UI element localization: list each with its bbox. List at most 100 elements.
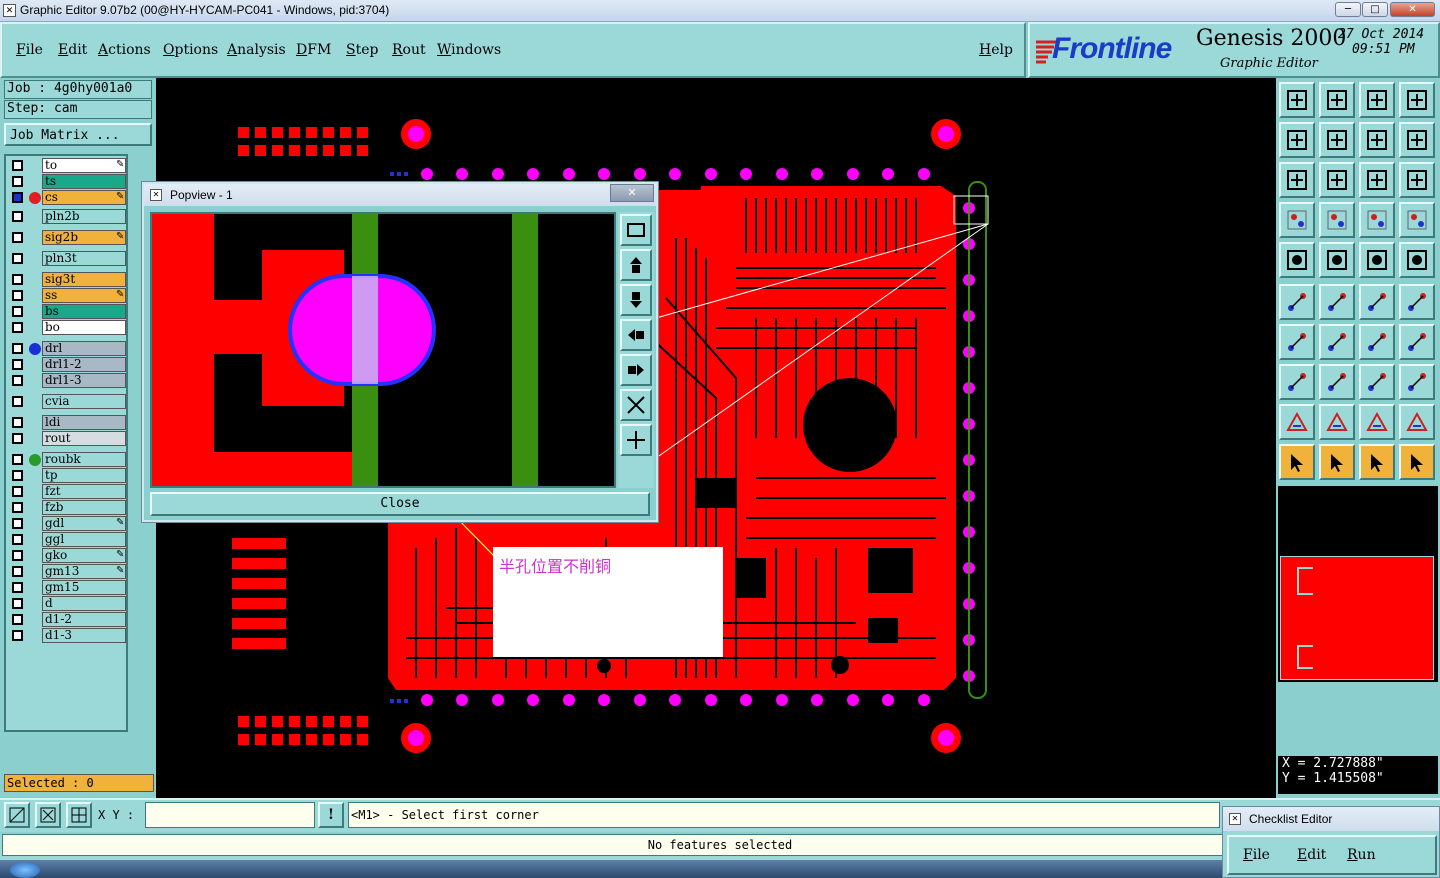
layer-checkbox[interactable]	[12, 375, 23, 386]
layer-row-ggl[interactable]: ggl	[8, 532, 126, 547]
layer-checkbox[interactable]	[12, 192, 23, 203]
tool-dot-button[interactable]	[1399, 242, 1435, 278]
layer-name[interactable]: pln2b	[42, 209, 126, 224]
overview-pane[interactable]	[1278, 486, 1438, 682]
layer-name[interactable]: gdl	[42, 516, 126, 531]
layer-row-ts[interactable]: ts	[8, 174, 126, 189]
layer-name[interactable]: d1-3	[42, 628, 126, 643]
xy-input[interactable]	[145, 802, 315, 828]
layer-name[interactable]: gko	[42, 548, 126, 563]
layer-row-sig2b[interactable]: sig2b ✎	[8, 230, 126, 245]
layer-name[interactable]: fzb	[42, 500, 126, 515]
layer-name[interactable]: cs	[42, 190, 126, 205]
tool-connect2-button[interactable]	[1399, 284, 1435, 320]
layer-checkbox[interactable]	[12, 470, 23, 481]
layer-name[interactable]: ggl	[42, 532, 126, 547]
layer-row-bo[interactable]: bo	[8, 320, 126, 335]
layer-checkbox[interactable]	[12, 502, 23, 513]
tool-one-to-two-button[interactable]	[1359, 162, 1395, 198]
layer-checkbox[interactable]	[12, 211, 23, 222]
close-button[interactable]: ✕	[1390, 2, 1435, 17]
layer-name[interactable]: bo	[42, 320, 126, 335]
menu-actions[interactable]: Actions	[98, 42, 151, 58]
layer-checkbox[interactable]	[12, 486, 23, 497]
layer-row-sig3t[interactable]: sig3t	[8, 272, 126, 287]
tool-triangle3-button[interactable]	[1359, 404, 1395, 440]
layer-checkbox[interactable]	[12, 630, 23, 641]
tool-zoom-window-button[interactable]	[1319, 82, 1355, 118]
menu-dfm[interactable]: DFM	[296, 42, 331, 58]
tool-select-circle-button[interactable]	[1359, 444, 1395, 480]
layer-checkbox[interactable]	[12, 232, 23, 243]
layer-name[interactable]: sig3t	[42, 272, 126, 287]
layer-row-to[interactable]: to ✎	[8, 158, 126, 173]
layer-checkbox[interactable]	[12, 566, 23, 577]
tool-select-button[interactable]	[1279, 444, 1315, 480]
tool-zoom-home-button[interactable]	[1279, 82, 1315, 118]
layer-name[interactable]: rout	[42, 431, 126, 446]
tool-node-button[interactable]	[1279, 284, 1315, 320]
snap-mode-button[interactable]	[4, 802, 30, 828]
layer-row-d1-3[interactable]: d1-3	[8, 628, 126, 643]
checklist-menu-edit[interactable]: Edit	[1297, 847, 1326, 863]
layer-row-rout[interactable]: rout	[8, 431, 126, 446]
tool-net-red2-button[interactable]	[1399, 202, 1435, 238]
menu-analysis[interactable]: Analysis	[227, 42, 286, 58]
tool-split-view-button[interactable]	[1399, 82, 1435, 118]
tool-zoom-page-button[interactable]	[1359, 82, 1395, 118]
layer-row-gm13[interactable]: gm13 ✎	[8, 564, 126, 579]
tool-net-red-button[interactable]	[1359, 202, 1395, 238]
layer-name[interactable]: ts	[42, 174, 126, 189]
layer-row-pln2b[interactable]: pln2b	[8, 209, 126, 224]
layer-checkbox[interactable]	[12, 306, 23, 317]
popview-close-button[interactable]: Close	[150, 492, 650, 516]
checklist-menu-run[interactable]: Run	[1347, 847, 1376, 863]
menu-help[interactable]: Help	[979, 42, 1013, 58]
popview-close-x[interactable]: ✕	[610, 184, 654, 202]
minimize-button[interactable]: ─	[1335, 2, 1361, 17]
layer-checkbox[interactable]	[12, 433, 23, 444]
layer-row-drl1-3[interactable]: drl1-3	[8, 373, 126, 388]
layer-name[interactable]: d1-2	[42, 612, 126, 627]
alert-icon[interactable]: !	[318, 802, 344, 828]
layer-checkbox[interactable]	[12, 550, 23, 561]
layer-name[interactable]: d	[42, 596, 126, 611]
popview-zoom-in-button[interactable]	[620, 389, 652, 421]
tool-arc-button[interactable]	[1359, 324, 1395, 360]
layer-name[interactable]: drl1-2	[42, 357, 126, 372]
tool-pan-left-button[interactable]	[1279, 122, 1315, 158]
layer-name[interactable]: tp	[42, 468, 126, 483]
measure-mode-button[interactable]	[35, 802, 61, 828]
layer-checkbox[interactable]	[12, 518, 23, 529]
popview-canvas[interactable]	[150, 212, 616, 488]
tool-pad-button[interactable]	[1279, 242, 1315, 278]
popview-zoom-home-button[interactable]	[620, 214, 652, 246]
popview-pan-up-button[interactable]	[620, 249, 652, 281]
tool-select-box-button[interactable]	[1319, 444, 1355, 480]
layer-checkbox[interactable]	[12, 534, 23, 545]
layer-checkbox[interactable]	[12, 160, 23, 171]
tool-grid-button[interactable]	[1319, 202, 1355, 238]
tool-flip-button[interactable]	[1399, 122, 1435, 158]
grid-mode-button[interactable]	[66, 802, 92, 828]
tool-cross-button[interactable]	[1319, 284, 1355, 320]
layer-row-gdl[interactable]: gdl ✎	[8, 516, 126, 531]
start-orb-icon[interactable]	[10, 862, 40, 878]
layer-row-d1-2[interactable]: d1-2	[8, 612, 126, 627]
layer-name[interactable]: ss	[42, 288, 126, 303]
tool-triangle4-button[interactable]	[1399, 404, 1435, 440]
menu-windows[interactable]: Windows	[437, 42, 501, 58]
popview-pan-left-button[interactable]	[620, 319, 652, 351]
layer-row-gko[interactable]: gko ✎	[8, 548, 126, 563]
layer-checkbox[interactable]	[12, 290, 23, 301]
menu-file[interactable]: File	[16, 42, 43, 58]
checklist-menu-file[interactable]: File	[1243, 847, 1270, 863]
layer-row-d[interactable]: d	[8, 596, 126, 611]
layer-checkbox[interactable]	[12, 322, 23, 333]
layer-row-drl[interactable]: drl	[8, 341, 126, 356]
layer-checkbox[interactable]	[12, 454, 23, 465]
tool-line-blue-button[interactable]	[1319, 364, 1355, 400]
tool-settings-button[interactable]	[1279, 202, 1315, 238]
layer-name[interactable]: drl1-3	[42, 373, 126, 388]
layer-name[interactable]: bs	[42, 304, 126, 319]
